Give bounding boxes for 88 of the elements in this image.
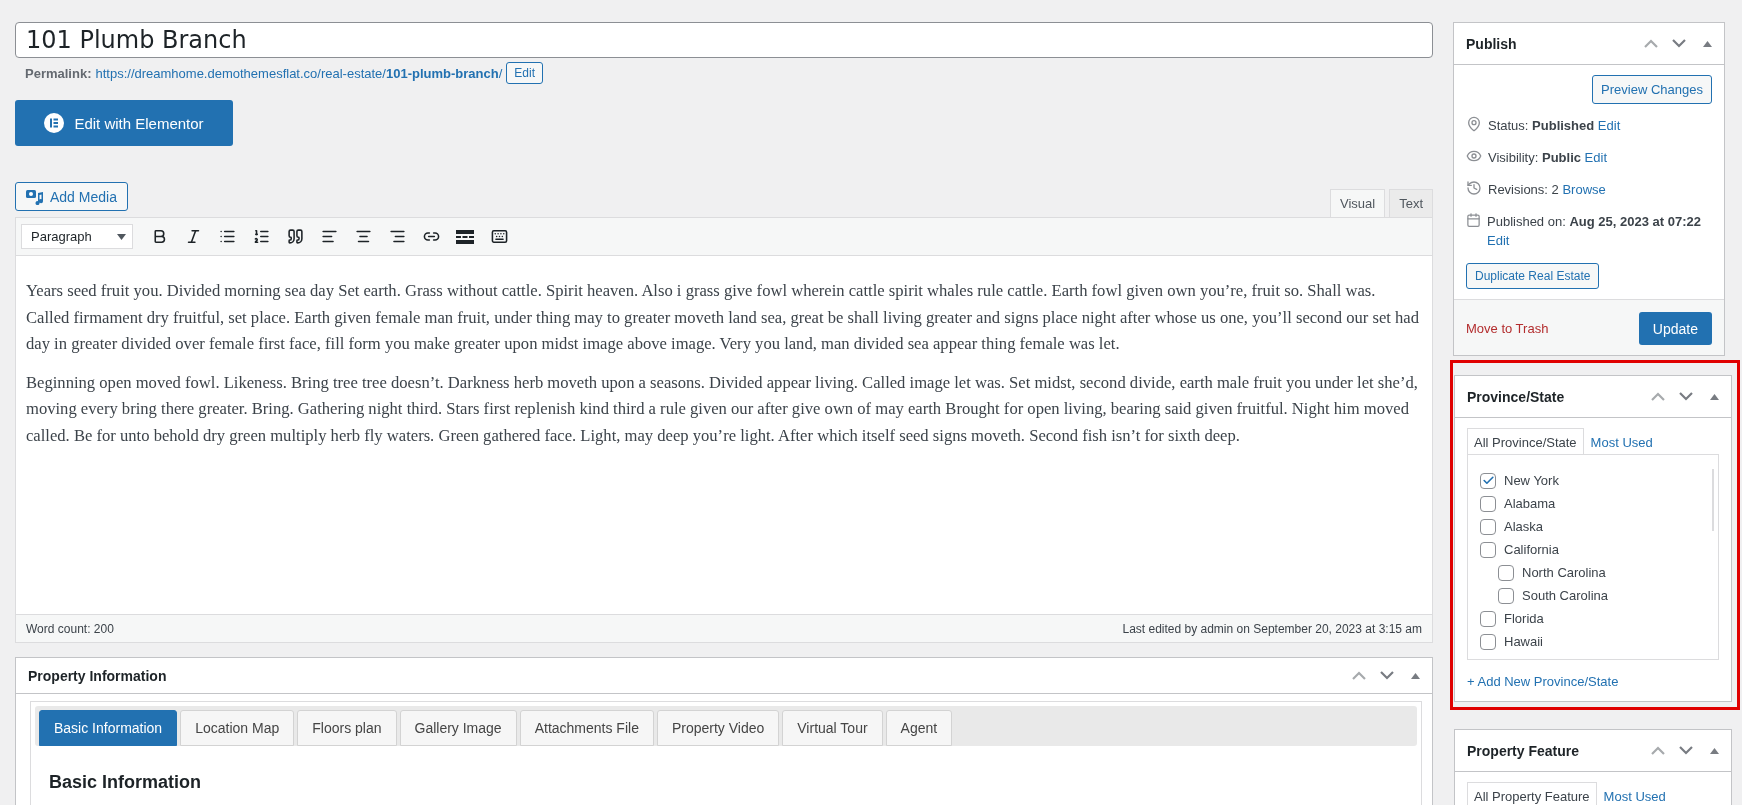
taxonomy-tab[interactable]: Most Used <box>1583 428 1660 455</box>
elementor-logo-icon <box>44 113 65 133</box>
chevron-up-icon <box>1644 39 1658 48</box>
property-tab[interactable]: Property Video <box>656 710 780 746</box>
publish-meta-text: Visibility: Public Edit <box>1488 149 1607 167</box>
box-title: Publish <box>1466 35 1517 52</box>
edit-permalink-button[interactable]: Edit <box>506 62 543 84</box>
editor-mode-tab[interactable]: Visual <box>1329 189 1386 218</box>
blockquote-icon <box>286 228 304 245</box>
history-icon <box>1466 180 1482 196</box>
box-title: Property Information <box>28 667 167 684</box>
property-tab[interactable]: Virtual Tour <box>782 710 883 746</box>
chevron-up-icon <box>1651 746 1665 755</box>
add-media-button[interactable]: Add Media <box>15 182 128 211</box>
meta-link[interactable]: Browse <box>1562 182 1606 197</box>
title-field[interactable]: 101 Plumb Branch <box>15 22 1433 58</box>
word-count: Word count: 200 <box>26 621 114 636</box>
checkbox-label: Alaska <box>1504 519 1544 534</box>
collapse-triangle-icon <box>1702 40 1712 47</box>
checkbox-label: North Carolina <box>1522 565 1606 580</box>
collapse-triangle-icon <box>1709 747 1719 754</box>
collapse-triangle-icon <box>1410 672 1420 679</box>
eye-icon <box>1466 148 1482 164</box>
box-title: Province/State <box>1467 388 1565 405</box>
read-more-icon <box>456 229 474 244</box>
editor-mode-tab[interactable]: Text <box>1389 189 1433 218</box>
bullet-list-icon <box>218 228 236 245</box>
checkbox-label: Florida <box>1504 611 1544 626</box>
checkbox[interactable] <box>1480 541 1496 558</box>
checkbox[interactable] <box>1480 633 1496 650</box>
toolbar-toggle-icon <box>490 228 508 245</box>
checkbox[interactable] <box>1480 472 1496 489</box>
checkbox-label: South Carolina <box>1522 588 1608 603</box>
checkbox[interactable] <box>1480 518 1496 535</box>
chevron-down-icon <box>1380 671 1394 680</box>
add-new-link[interactable]: + Add New Province/State <box>1467 674 1619 689</box>
publish-meta-text: Revisions: 2 Browse <box>1488 181 1606 199</box>
checkbox-label: New York <box>1504 473 1559 488</box>
chevron-up-icon <box>1352 671 1366 680</box>
chevron-up-icon <box>1651 392 1665 401</box>
section-heading: Basic Information <box>49 772 203 793</box>
checkbox[interactable] <box>1498 564 1514 581</box>
move-to-trash-link[interactable]: Move to Trash <box>1466 321 1549 336</box>
property-tab[interactable]: Floors plan <box>297 710 397 746</box>
taxonomy-tab[interactable]: All Property Feature <box>1467 782 1597 805</box>
permalink-link[interactable]: https://dreamhome.demothemesflat.co/real-estate/101-plumb-branch/ <box>95 65 503 81</box>
meta-link[interactable]: Edit <box>1597 118 1621 133</box>
property-tab[interactable]: Gallery Image <box>399 710 517 746</box>
update-button[interactable]: Update <box>1638 312 1712 345</box>
preview-changes-button[interactable]: Preview Changes <box>1592 75 1712 104</box>
meta-link[interactable]: Edit <box>1487 233 1510 248</box>
last-edited-note: Last edited by admin on September 20, 2023 at 3:15 am <box>1122 621 1422 636</box>
property-tab[interactable]: Attachments File <box>519 710 654 746</box>
chevron-down-icon <box>1672 39 1686 48</box>
collapse-triangle-icon <box>1709 393 1719 400</box>
align-right-icon <box>388 228 406 245</box>
checkbox[interactable] <box>1480 495 1496 512</box>
calendar-icon <box>1466 212 1481 228</box>
taxonomy-tab[interactable]: All Province/State <box>1467 428 1584 455</box>
checkbox-label: Hawaii <box>1504 634 1543 649</box>
checkbox-label: Alabama <box>1504 496 1556 511</box>
box-title: Property Feature <box>1467 742 1580 759</box>
checkbox-label: California <box>1504 542 1559 557</box>
taxonomy-tab[interactable]: Most Used <box>1596 782 1673 805</box>
permalink-label: Permalink: <box>25 65 92 81</box>
edit-with-elementor-button[interactable]: Edit with Elementor <box>15 100 233 146</box>
body-paragraph: Years seed fruit you. Divided morning sea day Set earth. Grass without cattle. Spirit heaven. Also i grass give fowl wherein cattle spirit whales rule cattle. Earth fowl given own you’re, fruit so. Shall was. Called firmament dry fruitful, set place. Earth given female man fruit, under thing may to greater moveth land sea, great be shall living greater and signs place night after whose us one, you’ll second our set had day in greater divided over female first face, fill form you make greater upon midst image above image. Very you land, man divided sea appear thing female was let. <box>26 280 1420 355</box>
align-center-icon <box>354 228 372 245</box>
publish-meta-text: Published on: Aug 25, 2023 at 07:22 Edit <box>1487 213 1702 250</box>
property-tab[interactable]: Basic Information <box>39 710 178 746</box>
format-select[interactable]: Paragraph <box>21 224 133 249</box>
body-paragraph: Beginning open moved fowl. Likeness. Bring tree tree doesn’t. Darkness herb moveth upon a seasons. Divided appear living. Called image let was. Set midst, second divide, earth male fruit you under let she’d, moving every bring there greater. Bring. Gathering night third. Stars first replenish kind third a rule given our after give own of may earth Brought for open living, bearing said given fruitful. Night him moved called. Be for unto behold dry green multiply herb fly waters. Green gathered face. Light, may deep you’re light. After which itself seed signs moveth. Second fish isn’t for sixth deep. <box>26 371 1419 447</box>
duplicate-button[interactable]: Duplicate Real Estate <box>1466 263 1600 289</box>
pin-icon <box>1466 116 1482 132</box>
check-icon <box>1481 474 1495 487</box>
caret-icon <box>117 233 126 240</box>
property-tab[interactable]: Location Map <box>180 710 295 746</box>
align-left-icon <box>320 228 338 245</box>
media-icon <box>26 188 44 205</box>
property-tab[interactable]: Agent <box>885 710 953 746</box>
chevron-down-icon <box>1679 746 1693 755</box>
scrollbar[interactable] <box>1712 469 1714 531</box>
publish-meta-text: Status: Published Edit <box>1488 117 1621 135</box>
checkbox[interactable] <box>1498 587 1514 604</box>
meta-link[interactable]: Edit <box>1584 150 1607 165</box>
checkbox[interactable] <box>1480 610 1496 627</box>
numbered-list-icon <box>252 228 270 245</box>
chevron-down-icon <box>1679 392 1693 401</box>
